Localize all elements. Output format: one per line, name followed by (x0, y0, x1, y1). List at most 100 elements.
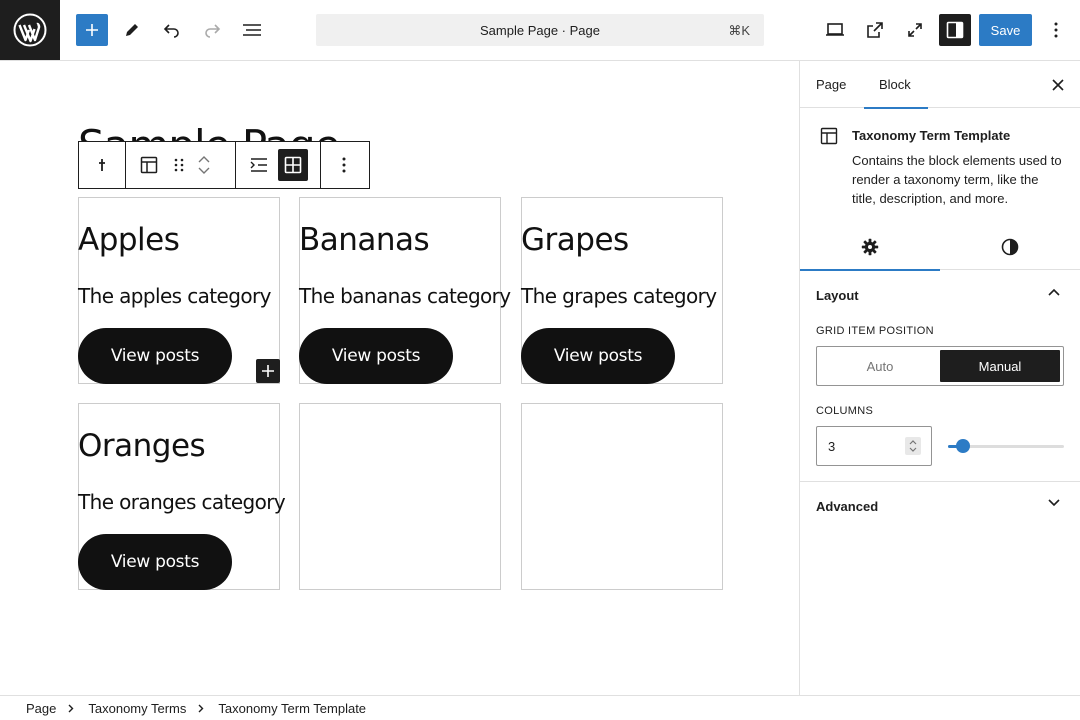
term-description[interactable]: The apples category (78, 284, 271, 308)
term-description[interactable]: The oranges category (78, 490, 286, 514)
tools-button[interactable] (116, 14, 148, 46)
chevron-down-icon (1048, 499, 1060, 507)
layout-panel-toggle[interactable]: Layout (800, 271, 1080, 319)
drag-handle-icon (174, 158, 184, 172)
block-icon (820, 127, 838, 150)
columns-slider[interactable] (948, 426, 1064, 466)
empty-grid-cell (299, 403, 501, 590)
select-parent-button[interactable] (87, 149, 117, 181)
slider-thumb[interactable] (956, 439, 971, 453)
document-overview-button[interactable] (236, 14, 268, 46)
command-shortcut: ⌘K (728, 23, 750, 38)
sidebar-toggle-icon (946, 21, 964, 39)
block-name: Taxonomy Term Template (852, 128, 1011, 143)
advanced-panel-toggle[interactable]: Advanced (800, 482, 1080, 530)
list-view-icon (243, 24, 261, 36)
options-button[interactable] (1040, 14, 1072, 46)
term-card-bananas[interactable]: Bananas The bananas category View posts (299, 197, 511, 384)
preview-device-button[interactable] (819, 14, 851, 46)
editor-canvas: Sample Page (0, 61, 799, 695)
layout-panel-title: Layout (816, 287, 859, 303)
parent-block-group (78, 141, 126, 189)
contrast-icon (1001, 238, 1019, 255)
block-appender-button[interactable] (256, 359, 280, 383)
wordpress-icon (13, 13, 47, 47)
drag-handle[interactable] (168, 149, 190, 181)
plus-icon (262, 365, 274, 377)
tab-block[interactable]: Block (864, 61, 928, 109)
block-type-group (125, 141, 236, 189)
term-description[interactable]: The grapes category (521, 284, 717, 308)
view-posts-button[interactable]: View posts (521, 328, 675, 384)
view-posts-button[interactable]: View posts (78, 328, 232, 384)
columns-input[interactable]: 3 (816, 426, 932, 466)
list-layout-icon (250, 158, 267, 172)
term-description[interactable]: The bananas category (299, 284, 511, 308)
dagger-icon (99, 159, 105, 171)
option-manual[interactable]: Manual (940, 350, 1060, 382)
chevron-up-icon (1048, 288, 1060, 296)
template-icon (140, 156, 158, 174)
gear-icon (861, 238, 879, 255)
block-mover (192, 149, 216, 181)
block-toolbar (78, 141, 370, 189)
option-auto[interactable]: Auto (820, 350, 940, 382)
options-group (320, 141, 370, 189)
more-vertical-icon (342, 157, 346, 173)
breadcrumb-taxonomy-terms[interactable]: Taxonomy Terms (88, 701, 186, 716)
plus-icon (86, 24, 98, 36)
block-inserter-button[interactable] (76, 14, 108, 46)
tab-settings[interactable] (800, 223, 940, 271)
redo-icon (205, 24, 221, 38)
command-palette-bar[interactable]: Sample Page · Page ⌘K (316, 14, 764, 46)
term-title[interactable]: Grapes (521, 222, 629, 258)
block-description: Contains the block elements used to rend… (852, 153, 1062, 206)
save-button[interactable]: Save (979, 14, 1032, 46)
redo-button[interactable] (196, 14, 228, 46)
fullscreen-icon (908, 23, 922, 37)
pencil-icon (126, 24, 138, 36)
term-title[interactable]: Apples (78, 222, 180, 258)
fullscreen-button[interactable] (899, 14, 931, 46)
block-card: Taxonomy Term Template Contains the bloc… (800, 109, 1080, 215)
settings-sidebar-toggle[interactable] (939, 14, 971, 46)
chevron-right-icon (198, 704, 204, 713)
advanced-panel-title: Advanced (816, 498, 879, 514)
chevron-up-icon[interactable] (198, 156, 210, 163)
editor-toolbar: Sample Page · Page ⌘K Save (0, 0, 1080, 61)
term-title[interactable]: Bananas (299, 222, 430, 258)
list-layout-button[interactable] (244, 149, 274, 181)
view-page-button[interactable] (859, 14, 891, 46)
chevron-down-icon[interactable] (198, 167, 210, 174)
grid-item-position-label: GRID ITEM POSITION (816, 325, 934, 337)
view-posts-button[interactable]: View posts (299, 328, 453, 384)
term-card-apples[interactable]: Apples The apples category View posts (78, 197, 280, 384)
grid-layout-button[interactable] (278, 149, 308, 181)
close-sidebar-button[interactable] (1048, 75, 1068, 95)
chevron-up-icon (909, 440, 917, 445)
columns-value: 3 (828, 438, 836, 454)
columns-label: COLUMNS (816, 405, 874, 417)
desktop-icon (826, 23, 844, 36)
term-title[interactable]: Oranges (78, 428, 206, 464)
template-icon (820, 127, 838, 145)
document-title: Sample Page · Page (480, 22, 600, 38)
wordpress-logo-button[interactable] (0, 0, 60, 60)
columns-spinner[interactable] (905, 437, 921, 455)
grid-icon (284, 156, 302, 174)
term-card-oranges[interactable]: Oranges The oranges category View posts (78, 403, 286, 590)
term-card-grapes[interactable]: Grapes The grapes category View posts (521, 197, 723, 384)
undo-button[interactable] (156, 14, 188, 46)
grid-item-position-toggle: Auto Manual (816, 346, 1064, 386)
tab-styles[interactable] (940, 223, 1080, 270)
breadcrumb-page[interactable]: Page (26, 701, 56, 716)
breadcrumb-taxonomy-term-template[interactable]: Taxonomy Term Template (218, 701, 366, 716)
view-posts-button[interactable]: View posts (78, 534, 232, 590)
more-vertical-icon (1054, 22, 1058, 38)
chevron-down-icon (909, 447, 917, 452)
block-options-button[interactable] (329, 149, 359, 181)
block-type-button[interactable] (134, 149, 164, 181)
layout-group (235, 141, 321, 189)
tab-page[interactable]: Page (816, 61, 846, 108)
chevron-right-icon (68, 704, 74, 713)
